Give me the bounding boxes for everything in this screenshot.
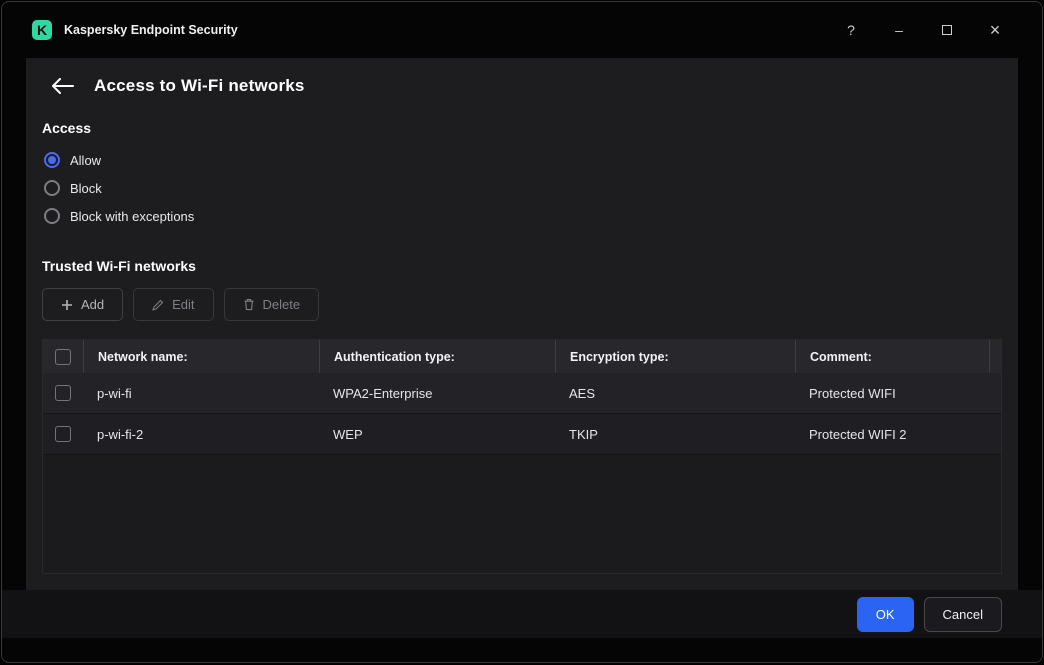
delete-button[interactable]: Delete — [224, 288, 320, 321]
header-comment: Comment: — [795, 340, 989, 373]
select-all-cell — [43, 340, 83, 373]
plus-icon — [61, 299, 73, 311]
help-icon: ? — [847, 22, 855, 38]
edit-button[interactable]: Edit — [133, 288, 213, 321]
minimize-button[interactable]: – — [880, 15, 918, 45]
maximize-icon — [942, 25, 952, 35]
bottom-margin — [2, 638, 1042, 662]
cell-encryption-type: TKIP — [555, 414, 795, 454]
cell-authentication-type: WPA2-Enterprise — [319, 373, 555, 413]
radio-block-exceptions-label: Block with exceptions — [70, 209, 194, 224]
titlebar: K Kaspersky Endpoint Security ? – × — [2, 2, 1042, 58]
access-radio-group: Allow Block Block with exceptions — [42, 146, 1002, 230]
radio-allow-label: Allow — [70, 153, 101, 168]
cell-comment: Protected WIFI — [795, 373, 989, 413]
close-button[interactable]: × — [976, 15, 1014, 45]
radio-selected-icon — [44, 152, 60, 168]
page-header: Access to Wi-Fi networks — [42, 64, 1002, 112]
page-title: Access to Wi-Fi networks — [94, 76, 305, 96]
trusted-networks-table: Network name: Authentication type: Encry… — [42, 339, 1002, 574]
select-all-checkbox[interactable] — [55, 349, 71, 365]
close-icon: × — [990, 20, 1001, 41]
table-empty-area — [43, 455, 1001, 573]
add-button[interactable]: Add — [42, 288, 123, 321]
add-button-label: Add — [81, 297, 104, 312]
header-encryption-type: Encryption type: — [555, 340, 795, 373]
delete-button-label: Delete — [263, 297, 301, 312]
radio-block-with-exceptions[interactable]: Block with exceptions — [42, 202, 1002, 230]
radio-allow[interactable]: Allow — [42, 146, 1002, 174]
minimize-icon: – — [895, 22, 903, 38]
cell-network-name: p-wi-fi-2 — [83, 414, 319, 454]
row-checkbox[interactable] — [55, 426, 71, 442]
kaspersky-logo-icon: K — [32, 20, 52, 40]
header-authentication-type: Authentication type: — [319, 340, 555, 373]
table-row[interactable]: p-wi-fi-2 WEP TKIP Protected WIFI 2 — [43, 414, 1001, 455]
trash-icon — [243, 298, 255, 311]
cell-authentication-type: WEP — [319, 414, 555, 454]
radio-block[interactable]: Block — [42, 174, 1002, 202]
maximize-button[interactable] — [928, 15, 966, 45]
help-button[interactable]: ? — [832, 15, 870, 45]
table-header-row: Network name: Authentication type: Encry… — [43, 340, 1001, 373]
cell-comment: Protected WIFI 2 — [795, 414, 989, 454]
pencil-icon — [152, 299, 164, 311]
cancel-button[interactable]: Cancel — [924, 597, 1002, 632]
footer-bar: OK Cancel — [2, 590, 1042, 638]
cell-network-name: p-wi-fi — [83, 373, 319, 413]
app-title: Kaspersky Endpoint Security — [64, 23, 238, 37]
radio-unselected-icon — [44, 208, 60, 224]
app-window: K Kaspersky Endpoint Security ? – × Acce… — [1, 1, 1043, 663]
back-button[interactable] — [52, 74, 80, 98]
radio-block-label: Block — [70, 181, 102, 196]
edit-button-label: Edit — [172, 297, 194, 312]
trusted-toolbar: Add Edit Delete — [42, 288, 1002, 321]
header-network-name: Network name: — [83, 340, 319, 373]
table-row[interactable]: p-wi-fi WPA2-Enterprise AES Protected WI… — [43, 373, 1001, 414]
scrollbar-gutter — [989, 340, 1018, 373]
trusted-section-label: Trusted Wi-Fi networks — [42, 258, 1002, 274]
cell-encryption-type: AES — [555, 373, 795, 413]
back-arrow-icon — [52, 78, 74, 94]
access-section-label: Access — [42, 120, 1002, 136]
ok-button[interactable]: OK — [857, 597, 914, 632]
main-panel: Access to Wi-Fi networks Access Allow Bl… — [26, 58, 1018, 590]
row-checkbox[interactable] — [55, 385, 71, 401]
radio-unselected-icon — [44, 180, 60, 196]
